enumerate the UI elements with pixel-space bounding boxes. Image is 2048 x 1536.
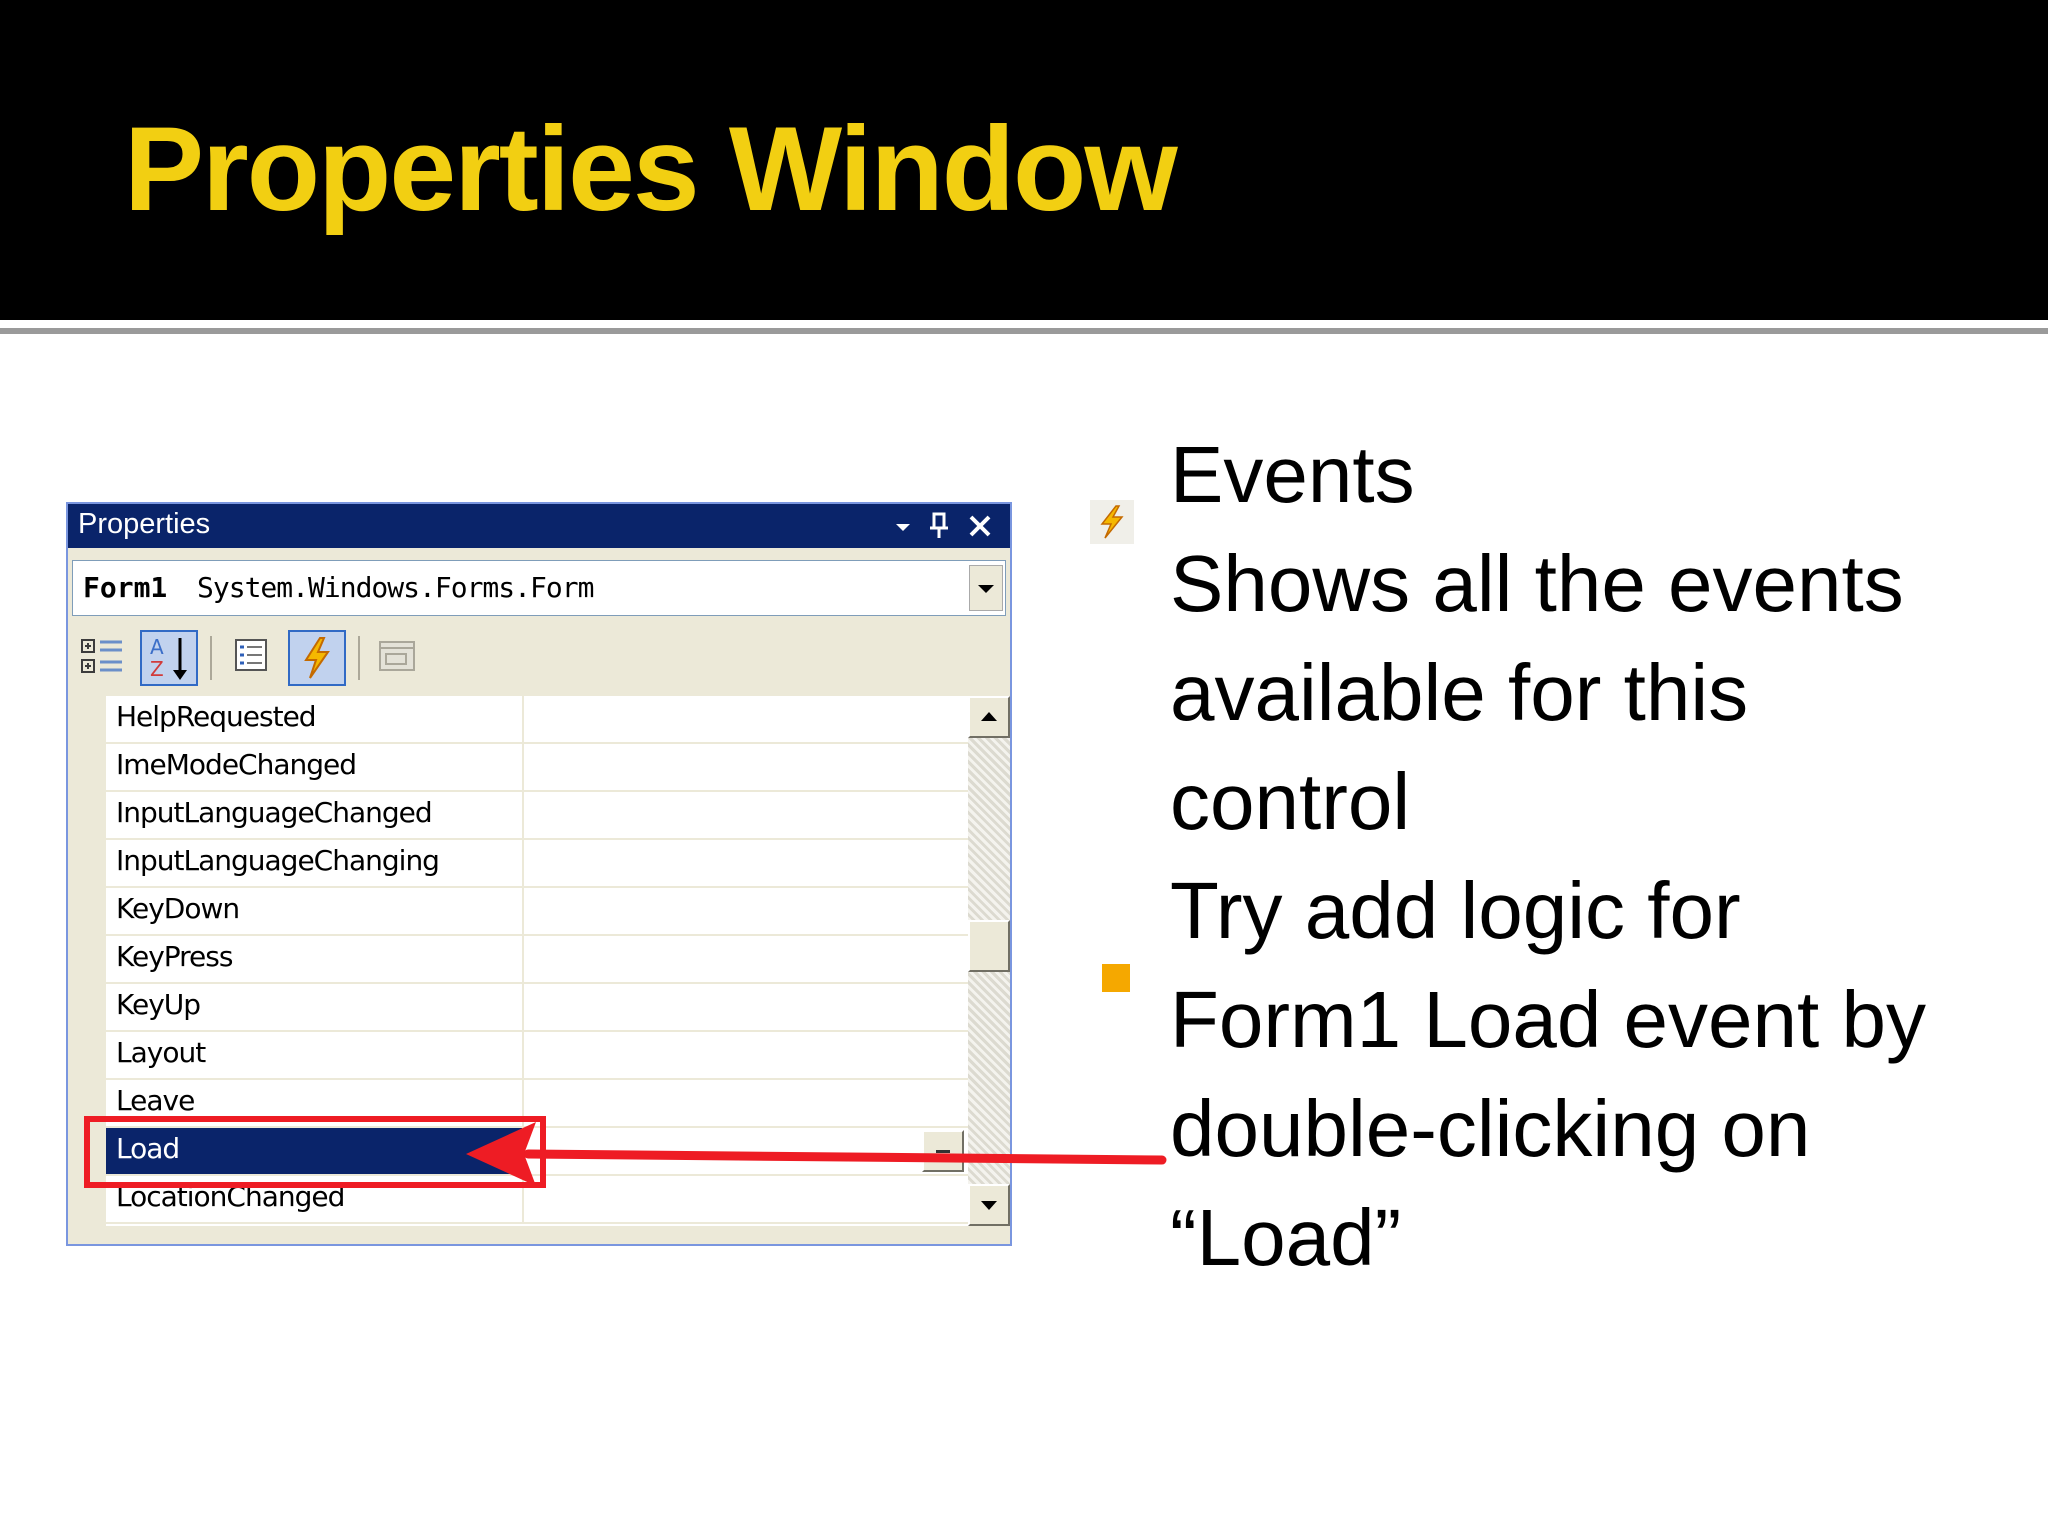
event-row[interactable]: KeyUp xyxy=(106,984,968,1032)
bullet-text: control xyxy=(1170,757,1411,846)
bullet-text: Shows all the events xyxy=(1170,539,1904,628)
event-row[interactable]: InputLanguageChanged xyxy=(106,792,968,840)
alphabetical-icon[interactable]: AZ xyxy=(140,630,198,686)
event-row[interactable]: Layout xyxy=(106,1032,968,1080)
slide-title: Properties Window xyxy=(124,102,1178,236)
event-name: KeyDown xyxy=(116,892,240,925)
event-name: Leave xyxy=(116,1084,195,1117)
event-name: HelpRequested xyxy=(116,700,317,733)
event-name: KeyUp xyxy=(116,988,201,1021)
events-icon[interactable] xyxy=(288,630,346,686)
bullet-list: Events Shows all the events available fo… xyxy=(1090,420,2030,1292)
properties-caption-text: Properties xyxy=(78,508,211,540)
event-row[interactable]: ImeModeChanged xyxy=(106,744,968,792)
grid-divider xyxy=(522,840,524,888)
property-pages-icon[interactable] xyxy=(370,630,428,686)
grid-divider xyxy=(522,936,524,984)
bullet-try-load: Try add logic for Form1 Load event by do… xyxy=(1090,856,2030,1292)
bullet-text: available for this xyxy=(1170,648,1749,737)
event-row[interactable]: InputLanguageChanging xyxy=(106,840,968,888)
events-icon xyxy=(1090,462,1134,544)
dropdown-arrow-icon[interactable] xyxy=(886,508,922,544)
load-highlight-box xyxy=(84,1116,546,1188)
scrollbar-thumb[interactable] xyxy=(968,920,1010,972)
title-rule-white xyxy=(0,320,2048,328)
svg-text:A: A xyxy=(150,635,164,659)
grid-divider xyxy=(522,696,524,744)
event-name: InputLanguageChanged xyxy=(116,796,433,829)
grid-divider xyxy=(522,984,524,1032)
scroll-up-icon[interactable] xyxy=(968,696,1010,738)
pin-icon[interactable] xyxy=(922,508,958,544)
svg-text:Z: Z xyxy=(150,657,164,681)
grid-divider xyxy=(522,744,524,792)
properties-icon[interactable] xyxy=(224,630,282,686)
bullet-text: Try add logic for xyxy=(1170,866,1741,955)
properties-caption-bar: Properties xyxy=(68,504,1010,548)
toolbar-separator xyxy=(210,636,212,680)
event-name: ImeModeChanged xyxy=(116,748,357,781)
event-row[interactable]: KeyDown xyxy=(106,888,968,936)
bullet-text: Events xyxy=(1170,430,1415,519)
bullet-text: Form1 Load event by xyxy=(1170,975,1926,1064)
event-name: Layout xyxy=(116,1036,206,1069)
properties-toolbar: AZ xyxy=(68,622,1010,692)
toolbar-separator xyxy=(358,636,360,680)
object-selector-combo[interactable]: Form1 System.Windows.Forms.Form xyxy=(72,560,1006,616)
grid-divider xyxy=(522,888,524,936)
object-type: System.Windows.Forms.Form xyxy=(197,571,594,604)
categorized-icon[interactable] xyxy=(76,630,134,686)
value-dropdown-button[interactable] xyxy=(922,1130,964,1172)
close-icon[interactable] xyxy=(962,508,998,544)
bullet-square-icon xyxy=(1102,910,1130,992)
object-name: Form1 xyxy=(83,571,168,604)
scroll-down-icon[interactable] xyxy=(968,1184,1010,1226)
event-name: InputLanguageChanging xyxy=(116,844,440,877)
vertical-scrollbar[interactable] xyxy=(968,696,1010,1226)
bullet-text: “Load” xyxy=(1170,1193,1402,1282)
bullet-events: Events Shows all the events available fo… xyxy=(1090,420,2030,856)
event-row[interactable]: HelpRequested xyxy=(106,696,968,744)
grid-divider xyxy=(522,1032,524,1080)
title-rule-gray xyxy=(0,328,2048,334)
slide-title-bar: Properties Window xyxy=(0,0,2048,320)
bullet-text: double-clicking on xyxy=(1170,1084,1811,1173)
grid-divider xyxy=(522,792,524,840)
chevron-down-icon[interactable] xyxy=(969,565,1003,611)
event-name: KeyPress xyxy=(116,940,233,973)
event-row[interactable]: KeyPress xyxy=(106,936,968,984)
